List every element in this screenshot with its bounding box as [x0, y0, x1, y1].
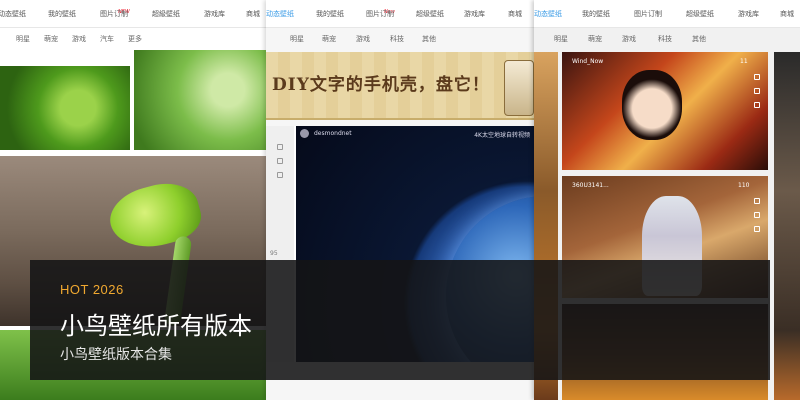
- nav-game-library[interactable]: 游戏库: [464, 9, 485, 19]
- nav-store[interactable]: 商城: [246, 9, 260, 19]
- category-games[interactable]: 游戏: [72, 34, 86, 44]
- category-navigation: 明星 萌宠 游戏 科技 其他: [266, 28, 538, 48]
- share-icon[interactable]: [277, 144, 283, 150]
- wallpaper-thumbnail-partial[interactable]: [774, 52, 800, 400]
- download-icon[interactable]: [754, 102, 760, 108]
- hot-tag: HOT 2026: [60, 282, 124, 297]
- share-icon[interactable]: [754, 74, 760, 80]
- card-caption: 4K太空地球自转视频: [474, 132, 530, 139]
- nav-super-wallpaper[interactable]: 超级壁纸: [686, 9, 714, 19]
- heart-icon[interactable]: [754, 212, 760, 218]
- category-star[interactable]: 明星: [554, 34, 568, 44]
- nav-dynamic-wallpaper[interactable]: 动态壁纸: [534, 9, 562, 19]
- nav-my-wallpaper[interactable]: 我的壁纸: [48, 9, 76, 19]
- like-count: 110: [738, 182, 750, 189]
- avatar[interactable]: [300, 129, 309, 138]
- heart-icon[interactable]: [277, 158, 283, 164]
- category-cars[interactable]: 汽车: [100, 34, 114, 44]
- card-author[interactable]: 360U3141...: [572, 182, 609, 189]
- nav-custom-image[interactable]: 图片订制: [100, 9, 128, 19]
- category-pets[interactable]: 萌宠: [588, 34, 602, 44]
- category-pets[interactable]: 萌宠: [44, 34, 58, 44]
- article-caption-overlay[interactable]: HOT 2026 小鸟壁纸所有版本 小鸟壁纸版本合集: [30, 260, 770, 380]
- top-navigation: 动态壁纸 我的壁纸 New 图片订制 超级壁纸 游戏库 商城: [266, 0, 538, 28]
- download-icon[interactable]: [754, 226, 760, 232]
- share-icon[interactable]: [754, 198, 760, 204]
- nav-custom-image[interactable]: 图片订制: [634, 9, 662, 19]
- category-games[interactable]: 游戏: [356, 34, 370, 44]
- nav-game-library[interactable]: 游戏库: [204, 9, 225, 19]
- nav-store[interactable]: 商城: [508, 9, 522, 19]
- leaf-wallpaper-thumbnail[interactable]: [0, 66, 130, 150]
- nav-dynamic-wallpaper[interactable]: 动态壁纸: [266, 9, 294, 19]
- category-tech[interactable]: 科技: [658, 34, 672, 44]
- like-count: 11: [740, 58, 748, 65]
- heart-icon[interactable]: [754, 88, 760, 94]
- category-navigation: 明星 萌宠 游戏 汽车 更多: [0, 28, 268, 48]
- like-count: 95: [270, 250, 278, 257]
- article-title[interactable]: 小鸟壁纸所有版本: [60, 306, 252, 341]
- category-pets[interactable]: 萌宠: [322, 34, 336, 44]
- category-star[interactable]: 明星: [16, 34, 30, 44]
- anime-wallpaper-card[interactable]: Wind_Now 11: [562, 52, 768, 170]
- nav-my-wallpaper[interactable]: 我的壁纸: [582, 9, 610, 19]
- banner-text: DIY文字的手机壳，盘它！: [272, 75, 490, 95]
- nav-my-wallpaper[interactable]: 我的壁纸: [316, 9, 344, 19]
- nav-store[interactable]: 商城: [780, 9, 794, 19]
- nav-game-library[interactable]: 游戏库: [738, 9, 759, 19]
- nav-custom-image[interactable]: 图片订制: [366, 9, 394, 19]
- category-star[interactable]: 明星: [290, 34, 304, 44]
- anime-character-image: [622, 70, 682, 140]
- download-icon[interactable]: [277, 172, 283, 178]
- article-subtitle: 小鸟壁纸版本合集: [60, 347, 172, 363]
- phone-case-promo-banner[interactable]: DIY文字的手机壳，盘它！: [266, 52, 538, 120]
- nav-dynamic-wallpaper[interactable]: 动态壁纸: [0, 9, 26, 19]
- category-navigation: 明星 萌宠 游戏 科技 其他: [534, 28, 800, 48]
- category-other[interactable]: 其他: [422, 34, 436, 44]
- seedling-wallpaper-thumbnail[interactable]: [134, 50, 268, 150]
- category-more[interactable]: 更多: [128, 34, 142, 44]
- top-navigation: 动态壁纸 我的壁纸 NEW 图片订制 超級壁纸 游戏库 商城: [0, 0, 268, 28]
- card-author[interactable]: desmondnet: [314, 130, 352, 137]
- card-author[interactable]: Wind_Now: [572, 58, 603, 65]
- top-navigation: 动态壁纸 我的壁纸 图片订制 超级壁纸 游戏库 商城: [534, 0, 800, 28]
- category-tech[interactable]: 科技: [390, 34, 404, 44]
- category-games[interactable]: 游戏: [622, 34, 636, 44]
- category-other[interactable]: 其他: [692, 34, 706, 44]
- nav-super-wallpaper[interactable]: 超级壁纸: [416, 9, 444, 19]
- phone-case-image: [504, 60, 534, 116]
- nav-super-wallpaper[interactable]: 超級壁纸: [152, 9, 180, 19]
